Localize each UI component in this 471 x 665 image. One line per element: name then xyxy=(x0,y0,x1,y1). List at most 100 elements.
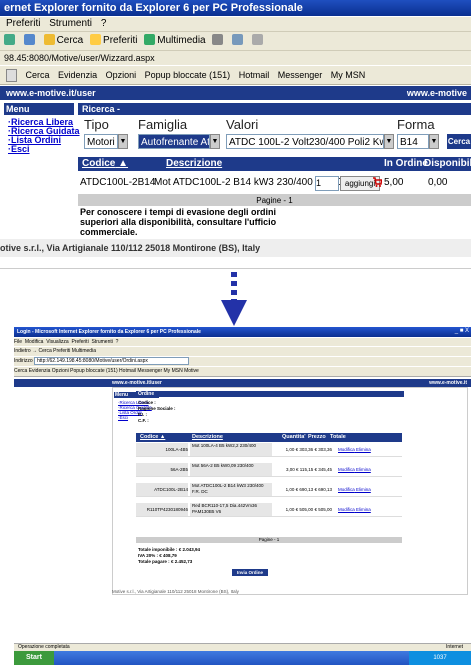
select-forma[interactable]: B14 xyxy=(397,134,429,149)
col-in-ordine: In Ordine xyxy=(384,158,428,169)
total-pagare: Totale pagare : € 2.452,73 xyxy=(138,559,193,564)
arrow-down-icon xyxy=(221,300,247,326)
label-tipo: Tipo xyxy=(84,117,109,132)
pagination: Pagine - 1 xyxy=(78,195,471,206)
menu-file[interactable]: File xyxy=(14,339,22,345)
modifica-link[interactable]: Modifica xyxy=(338,507,355,512)
modifica-link[interactable]: Modifica xyxy=(338,447,355,452)
total-iva: IVA 20% : € 408,79 xyxy=(138,553,177,558)
label-famiglia: Famiglia xyxy=(138,117,188,132)
menu-help[interactable]: ? xyxy=(101,18,107,29)
modifica-link[interactable]: Modifica xyxy=(338,487,355,492)
toolbar-evidenzia[interactable]: Evidenzia xyxy=(58,70,97,80)
row-actions: Modifica Elimina xyxy=(338,503,371,516)
row-actions: Modifica Elimina xyxy=(338,443,371,456)
address-bar: Indirizzo http://62.149.198.45:8080/Moti… xyxy=(14,357,471,366)
row-actions: Modifica Elimina xyxy=(338,483,371,496)
window-title: ernet Explorer fornito da Explorer 6 per… xyxy=(0,0,471,16)
back-icon[interactable] xyxy=(4,34,17,46)
status-text: Operazione completata xyxy=(18,644,70,650)
sidebar-item-esci[interactable]: ·Esci xyxy=(118,415,128,420)
chevron-down-icon[interactable]: ▼ xyxy=(210,134,220,149)
home-icon[interactable] xyxy=(23,34,37,46)
col-disponibili: Disponibili xyxy=(424,158,471,169)
select-tipo[interactable]: Motori xyxy=(84,134,118,149)
results-header: Codice ▲ Descrizione In Ordine Disponibi… xyxy=(78,157,471,171)
col-totale: Totale xyxy=(330,434,346,440)
menu-preferiti[interactable]: Preferiti xyxy=(71,339,88,345)
table-row: 100LA-4B5 Mot 100LA-4 B5 kW2,2 230/400 1… xyxy=(136,443,402,457)
toolbar[interactable]: Indietro → Cerca Preferiti Multimedia xyxy=(14,347,471,356)
window-controls[interactable]: _ ■ X xyxy=(455,328,469,334)
info-ragione-sociale: Ragione Sociale : xyxy=(138,406,176,411)
favorites-button[interactable]: Preferiti xyxy=(90,34,137,46)
media-button[interactable]: Multimedia xyxy=(144,34,206,46)
company-address: otive s.r.l., Via Artigianale 110/112 25… xyxy=(0,243,261,253)
menu-preferiti[interactable]: Preferiti xyxy=(6,18,40,29)
col-codice[interactable]: Codice ▲ xyxy=(82,157,128,171)
row-codice: ATDC100L-2B14 xyxy=(80,177,156,188)
quantity-input[interactable]: 1 xyxy=(315,176,339,191)
cart-icon[interactable] xyxy=(372,176,382,188)
search-icon xyxy=(43,34,55,45)
modifica-link[interactable]: Modifica xyxy=(338,467,355,472)
sidebar-item-esci[interactable]: ·Esci xyxy=(8,144,30,154)
toolbar-opzioni[interactable]: Opzioni xyxy=(106,70,137,80)
toolbar: Cerca Preferiti Multimedia xyxy=(0,32,471,51)
banner-right: www.e-motive.it xyxy=(429,380,467,386)
history-icon[interactable] xyxy=(212,34,225,46)
menu-modifica[interactable]: Modifica xyxy=(25,339,44,345)
availability-note: Per conoscere i tempi di evasione degli … xyxy=(80,207,277,237)
toolbar-mymsn[interactable]: My MSN xyxy=(331,70,366,80)
links-toolbar: Cerca Evidenzia Opzioni Popup bloccate (… xyxy=(0,66,471,85)
start-button[interactable]: Start xyxy=(14,651,54,665)
row-values: 1,00 € 505,00 € 505,00 xyxy=(285,507,332,512)
col-prezzo: Prezzo xyxy=(308,434,326,440)
row-disponibili: 0,00 xyxy=(428,177,448,188)
dropdown-arrow-icon[interactable] xyxy=(6,69,17,83)
elimina-link[interactable]: Elimina xyxy=(356,507,371,512)
mail-icon[interactable] xyxy=(232,34,245,46)
elimina-link[interactable]: Elimina xyxy=(356,467,371,472)
taskbar xyxy=(14,651,471,665)
cerca-button[interactable]: Cerca xyxy=(447,134,471,149)
menu-help[interactable]: ? xyxy=(116,339,119,345)
menu-bar: File Modifica Visualizza Preferiti Strum… xyxy=(14,338,471,346)
site-banner: www.e-motive.it/user www.e-motive xyxy=(0,86,471,100)
search-button[interactable]: Cerca xyxy=(43,34,83,46)
row-codice: ATDC100L-2B14 xyxy=(136,483,188,496)
invia-ordine-button[interactable]: Invia Ordine xyxy=(232,569,268,576)
menu-visualizza[interactable]: Visualizza xyxy=(46,339,68,345)
site-banner: www.e-motive.it/user www.e-motive.it xyxy=(14,379,471,387)
toolbar-popup-blocked[interactable]: Popup bloccate (151) xyxy=(145,70,231,80)
col-descrizione[interactable]: Descrizione xyxy=(166,157,222,171)
col-quantita: Quantita' xyxy=(282,434,306,440)
toolbar-cerca[interactable]: Cerca xyxy=(26,70,50,80)
chevron-down-icon[interactable]: ▼ xyxy=(118,134,128,149)
order-header: Ordine xyxy=(136,391,404,397)
row-in-ordine: 5,00 xyxy=(384,177,404,188)
company-address: Motive s.r.l., Via Artigianale 110/112 2… xyxy=(112,589,239,594)
col-descrizione[interactable]: Descrizione xyxy=(192,433,223,442)
chevron-down-icon[interactable]: ▼ xyxy=(429,134,439,149)
menu-strumenti[interactable]: Strumenti xyxy=(49,18,92,29)
bottom-browser-screenshot: Login - Microsoft Internet Explorer forn… xyxy=(14,327,471,665)
select-valori[interactable]: ATDC 100L-2 Volt230/400 Poli2 Kw3 xyxy=(226,134,384,149)
toolbar-messenger[interactable]: Messenger xyxy=(278,70,323,80)
toolbar-hotmail[interactable]: Hotmail xyxy=(239,70,270,80)
address-bar[interactable]: 98.45:8080/Motive/user/Wizzard.aspx xyxy=(0,51,471,65)
label-forma: Forma xyxy=(397,117,435,132)
chevron-down-icon[interactable]: ▼ xyxy=(384,134,394,149)
links-toolbar[interactable]: Cerca Evidenzia Opzioni Popup bloccate (… xyxy=(14,367,471,377)
zone-indicator: Internet xyxy=(446,644,463,650)
row-values: 1,00 € 690,13 € 690,13 xyxy=(285,487,332,492)
select-famiglia[interactable]: Autofrenante Atdc xyxy=(138,134,210,149)
menu-strumenti[interactable]: Strumenti xyxy=(91,339,112,345)
col-codice[interactable]: Codice ▲ xyxy=(140,433,165,442)
elimina-link[interactable]: Elimina xyxy=(356,487,371,492)
pagination: Pagine - 1 xyxy=(136,537,402,543)
row-codice: 56A-2B5 xyxy=(136,463,188,476)
print-icon[interactable] xyxy=(251,34,265,46)
address-input[interactable]: http://62.149.198.45:8080/Motive/user/Or… xyxy=(34,357,189,365)
elimina-link[interactable]: Elimina xyxy=(356,447,371,452)
